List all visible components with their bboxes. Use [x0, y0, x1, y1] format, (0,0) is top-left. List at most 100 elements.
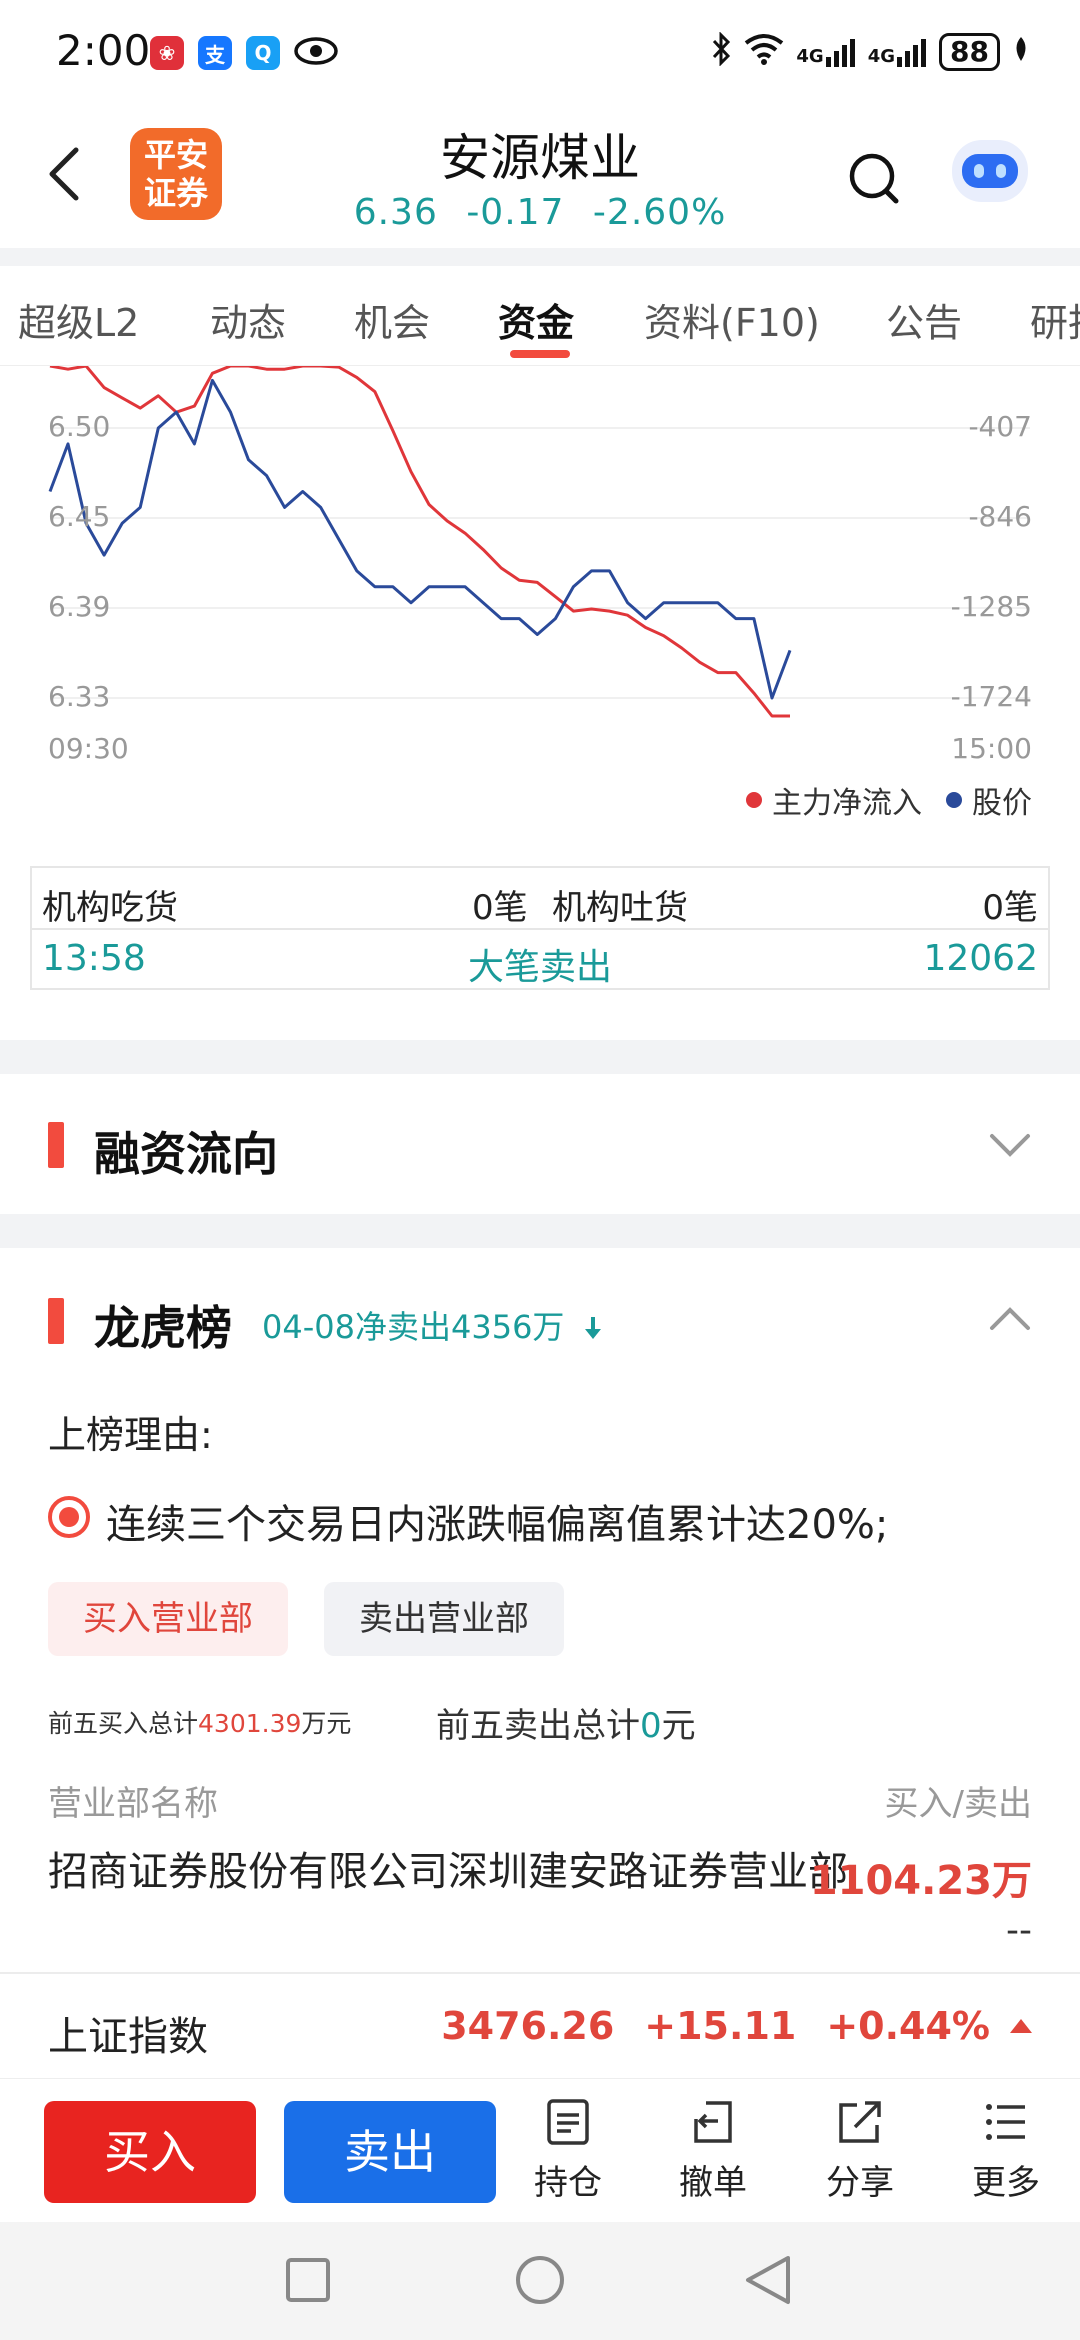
lhb-summary: 04-08净卖出4356万	[262, 1302, 605, 1348]
trade-action-bar: 买入 卖出 持仓 撤单 分享 更多	[0, 2078, 1080, 2222]
tab-buy-brokers[interactable]: 买入营业部	[48, 1582, 288, 1656]
holdings-button[interactable]: 持仓	[513, 2097, 623, 2204]
tab-opportunity[interactable]: 机会	[354, 292, 430, 347]
lhb-net-sell: 04-08净卖出4356万	[262, 1308, 565, 1346]
margin-flow-title: 融资流向	[94, 1127, 278, 1181]
recent-apps-icon[interactable]	[286, 2258, 330, 2302]
tab-f10[interactable]: 资料(F10)	[644, 292, 820, 347]
y-left-tick: 6.33	[48, 680, 111, 713]
buy-total: 前五买入总计4301.39万元	[48, 1704, 351, 1740]
home-icon[interactable]	[516, 2256, 564, 2304]
buy-button[interactable]: 买入	[44, 2101, 256, 2203]
institution-summary: 机构吃货 0笔 机构吐货 0笔 13:58 大笔卖出 12062	[30, 866, 1050, 990]
broker-name[interactable]: 招商证券股份有限公司深圳建安路证券营业部	[48, 1848, 848, 1896]
sell-total-unit: 元	[661, 1706, 696, 1746]
sell-total-label: 前五卖出总计	[436, 1706, 640, 1746]
legend-dot-price	[946, 792, 962, 808]
inst-eat-value: 0笔	[472, 888, 528, 928]
tab-announcement[interactable]: 公告	[886, 292, 962, 347]
institution-row: 机构吃货 0笔 机构吐货 0笔	[32, 868, 1048, 930]
buy-total-value: 4301.39	[198, 1709, 302, 1738]
triangle-up-icon	[1010, 2019, 1032, 2033]
stock-quote: 6.36 -0.17 -2.60%	[0, 192, 1080, 233]
y-right-tick: -846	[968, 500, 1032, 533]
fund-flow-chart[interactable]: 6.50 6.45 6.39 6.33 -407 -846 -1285 -172…	[0, 366, 1080, 836]
lhb-title: 龙虎榜	[94, 1301, 232, 1355]
broker-buy-value: 1104.23万	[809, 1858, 1032, 1904]
index-name: 上证指数	[48, 2014, 208, 2060]
inst-spit-value: 0笔	[982, 888, 1038, 928]
tab-bar: 超级L2 动态 机会 资金 资料(F10) 公告 研报	[0, 266, 1080, 366]
chevron-up-icon[interactable]	[988, 1304, 1032, 1334]
tab-funds[interactable]: 资金	[498, 292, 574, 347]
status-right: 4G 4G 88	[710, 31, 1030, 72]
x-tick-end: 15:00	[951, 732, 1032, 765]
divider	[0, 1040, 1080, 1074]
share-button[interactable]: 分享	[805, 2097, 915, 2204]
more-label: 更多	[972, 2163, 1040, 2203]
column-broker-name: 营业部名称	[48, 1784, 218, 1824]
leaf-icon	[1012, 35, 1030, 69]
y-left-tick: 6.50	[48, 410, 111, 443]
menu-list-icon	[986, 2104, 1025, 2140]
big-trade-row[interactable]: 13:58 大笔卖出 12062	[32, 930, 1048, 990]
signal-4g-icon-2: 4G	[868, 37, 927, 67]
trade-event: 大笔卖出	[467, 947, 612, 988]
eye-icon	[294, 36, 338, 70]
index-value: 3476.26	[441, 2004, 615, 2048]
divider	[0, 1214, 1080, 1248]
y-right-tick: -1285	[950, 590, 1032, 623]
status-time: 2:00	[56, 26, 151, 75]
cancel-order-button[interactable]: 撤单	[658, 2097, 768, 2204]
sell-button[interactable]: 卖出	[284, 2101, 496, 2203]
more-button[interactable]: 更多	[951, 2097, 1061, 2204]
y-right-tick: -407	[968, 410, 1032, 443]
chart-legend: 主力净流入 股价	[746, 778, 1032, 822]
reason-text: 连续三个交易日内涨跌幅偏离值累计达20%;	[106, 1502, 889, 1548]
inst-spit-label: 机构吐货	[552, 888, 688, 928]
tab-sell-brokers[interactable]: 卖出营业部	[324, 1582, 564, 1656]
sell-total-value: 0	[640, 1706, 662, 1746]
status-app-icons: ❀ 支 Q	[150, 36, 338, 70]
alipay-icon: 支	[198, 36, 232, 70]
section-marker	[48, 1122, 64, 1168]
tab-research[interactable]: 研报	[1030, 292, 1080, 347]
chart-canvas	[48, 366, 1030, 718]
index-values: 3476.26 +15.11 +0.44%	[441, 2004, 1032, 2048]
index-ticker[interactable]: 上证指数 3476.26 +15.11 +0.44%	[0, 1972, 1080, 2078]
divider	[0, 248, 1080, 266]
stock-change-pct: -2.60%	[592, 192, 727, 233]
search-button[interactable]	[846, 148, 902, 208]
index-change: +15.11	[644, 2004, 797, 2048]
legend-mainflow: 主力净流入	[772, 786, 922, 821]
legend-dot-mainflow	[746, 792, 762, 808]
bluetooth-icon	[710, 31, 732, 72]
stock-price: 6.36	[353, 192, 438, 233]
search-app-icon: Q	[246, 36, 280, 70]
x-tick-start: 09:30	[48, 732, 129, 765]
buy-total-label: 前五买入总计	[48, 1709, 199, 1738]
document-icon	[547, 2099, 589, 2145]
tab-dynamics[interactable]: 动态	[210, 292, 286, 347]
cancel-order-label: 撤单	[679, 2163, 747, 2203]
chevron-down-icon[interactable]	[988, 1130, 1032, 1160]
battery-level: 88	[939, 33, 1000, 71]
stock-change: -0.17	[466, 192, 565, 233]
active-tab-indicator	[510, 350, 570, 358]
section-marker	[48, 1298, 64, 1344]
arrow-down-icon	[575, 1308, 605, 1346]
undo-order-icon	[694, 2101, 732, 2143]
trade-volume: 12062	[923, 938, 1038, 979]
y-right-tick: -1724	[950, 680, 1032, 713]
back-nav-icon[interactable]	[746, 2256, 790, 2304]
huawei-app-icon: ❀	[150, 36, 184, 70]
reason-label: 上榜理由:	[48, 1413, 213, 1457]
holdings-label: 持仓	[534, 2163, 602, 2203]
sell-total: 前五卖出总计0元	[436, 1698, 696, 1747]
radio-selected-icon[interactable]	[48, 1496, 90, 1538]
margin-flow-section[interactable]: 融资流向	[0, 1074, 1080, 1214]
signal-4g-icon: 4G	[796, 37, 855, 67]
ai-assistant-robot-icon[interactable]	[952, 140, 1028, 202]
index-change-pct: +0.44%	[826, 2004, 990, 2048]
tab-super-l2[interactable]: 超级L2	[18, 292, 139, 347]
